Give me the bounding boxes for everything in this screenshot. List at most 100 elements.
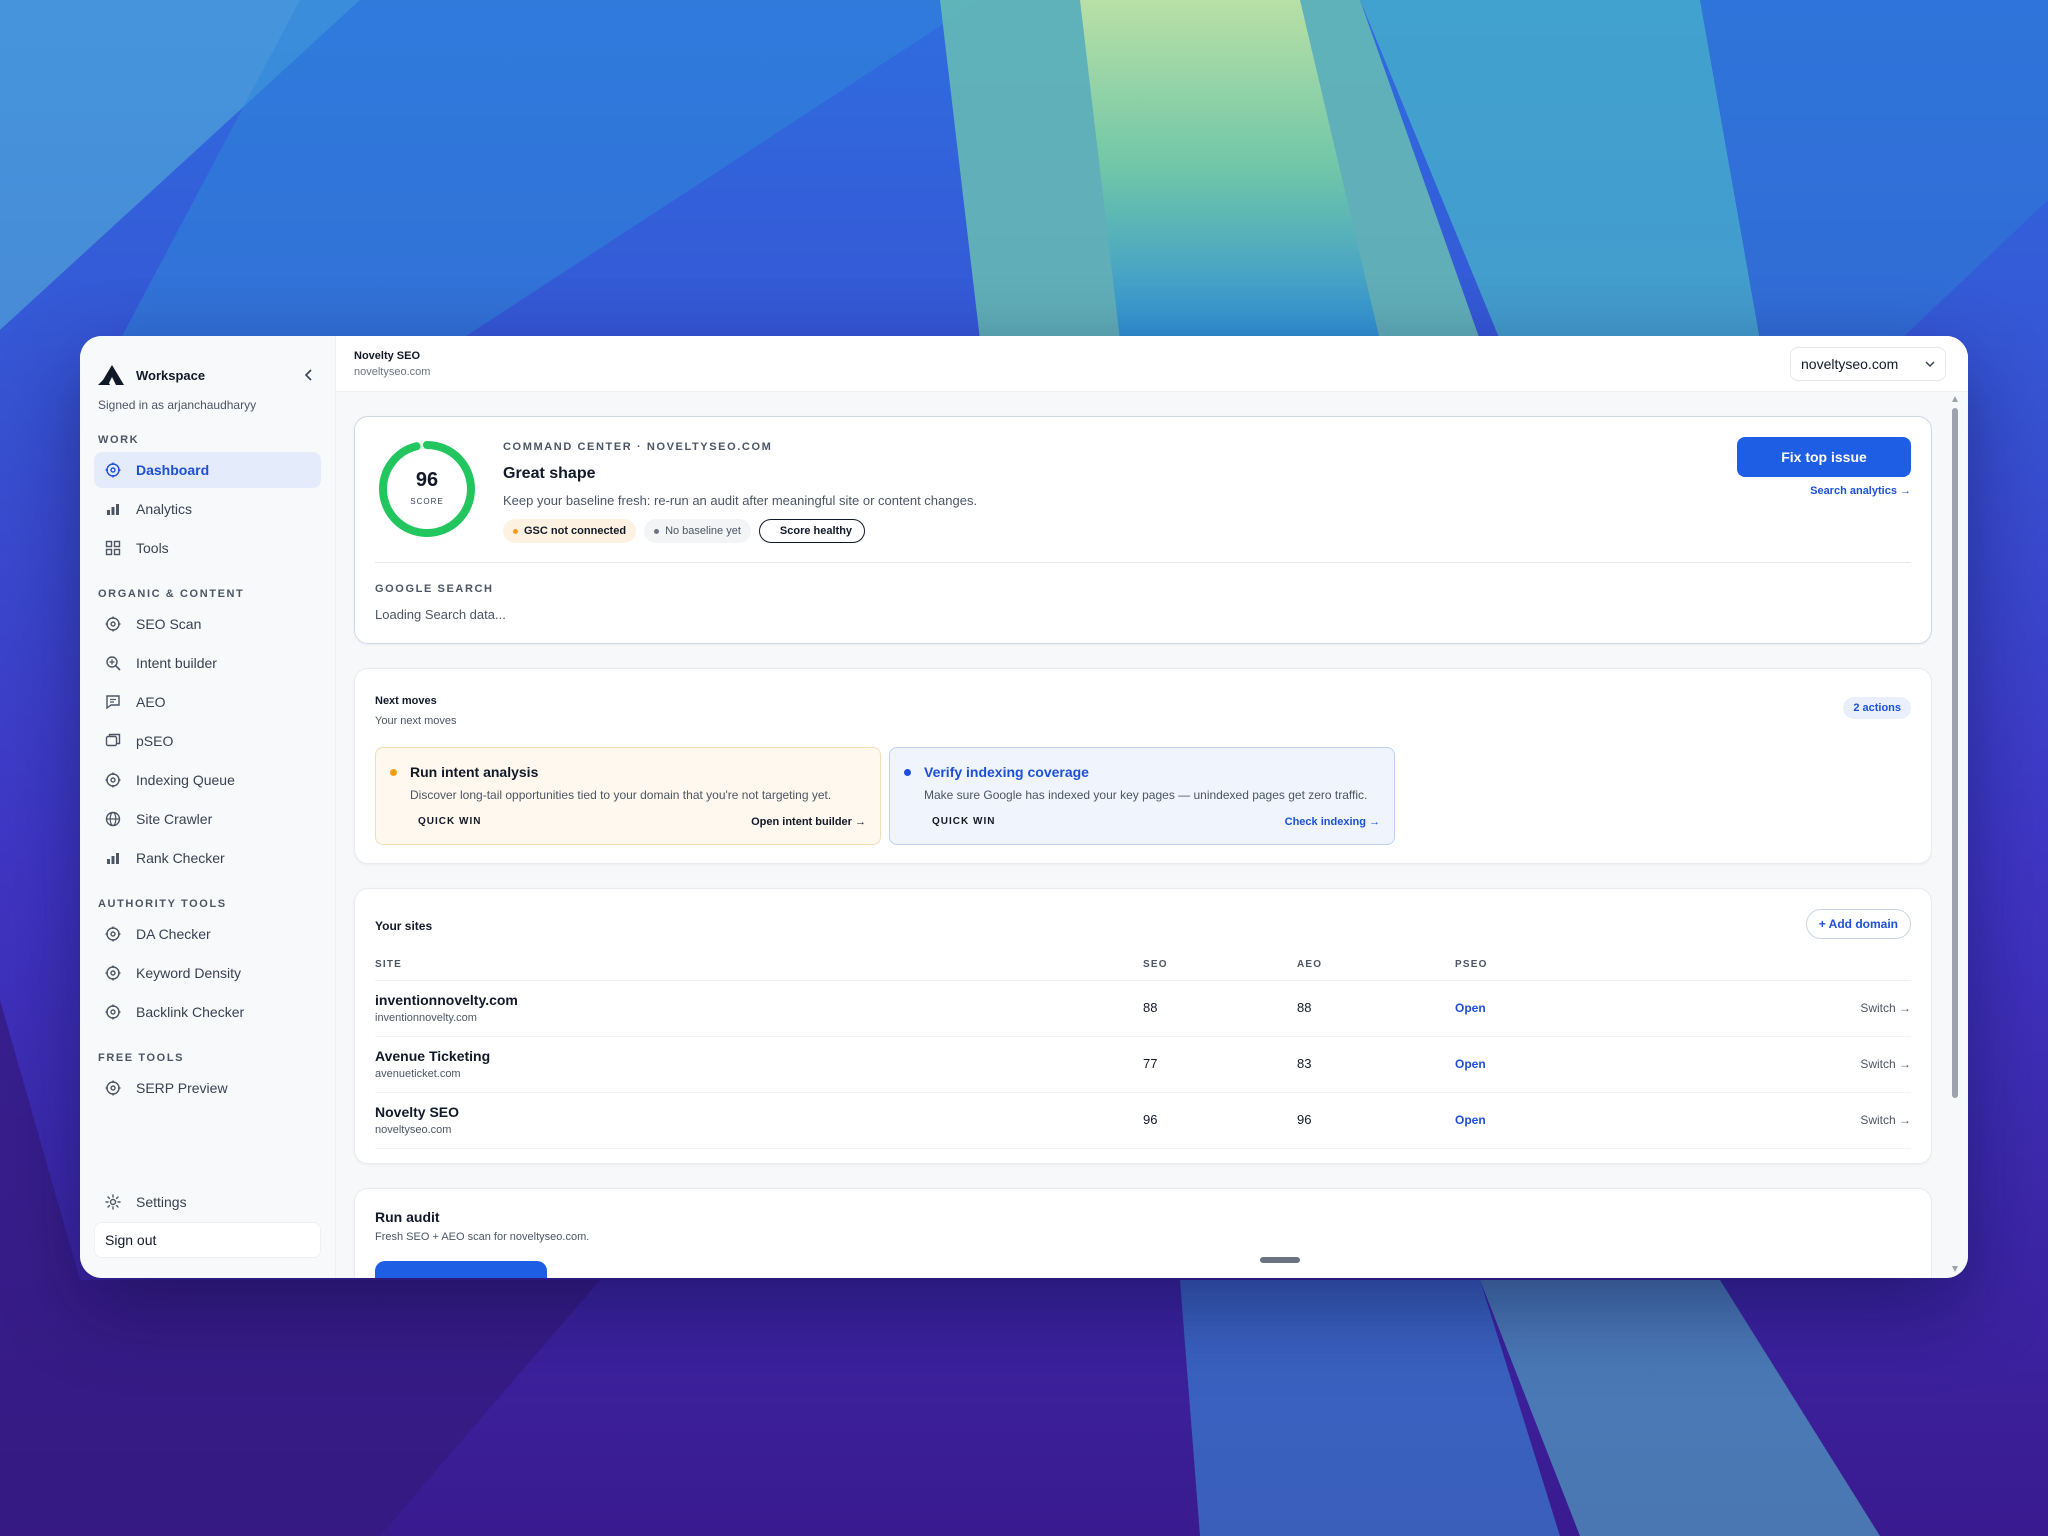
sidebar-item-label: Analytics — [136, 501, 193, 517]
sidebar-item-rank-checker[interactable]: Rank Checker — [94, 840, 321, 876]
site-domain: noveltyseo.com — [375, 1124, 452, 1136]
target-icon — [104, 615, 122, 633]
move-description: Discover long-tail opportunities tied to… — [410, 788, 832, 802]
command-center-card: 96 SCORE COMMAND CENTER · NOVELTYSEO.COM… — [354, 416, 1932, 644]
switch-site-link[interactable]: Switch → — [1860, 1057, 1911, 1071]
run-audit-button[interactable] — [375, 1261, 547, 1278]
table-row: Novelty SEO noveltyseo.com 96 96 Open Switch … — [375, 1093, 1911, 1149]
switch-site-link[interactable]: Switch → — [1860, 1113, 1911, 1127]
add-domain-button[interactable]: + Add domain — [1805, 909, 1911, 939]
gear-icon — [104, 1193, 122, 1211]
collapse-sidebar-button[interactable] — [297, 363, 321, 387]
warning-dot-icon — [513, 528, 518, 534]
divider — [375, 562, 1911, 563]
pseo-open-link[interactable]: Open — [1455, 1113, 1486, 1127]
sign-out-button[interactable]: Sign out — [94, 1222, 321, 1258]
grid-icon — [104, 539, 122, 557]
move-tag: QUICK WIN — [418, 816, 482, 827]
run-audit-title: Run audit — [375, 1209, 440, 1225]
section-label-free: FREE TOOLS — [98, 1052, 185, 1064]
column-header-pseo: PSEO — [1455, 959, 1488, 970]
workspace-logo-icon — [98, 365, 124, 385]
score-status-badge[interactable]: Score healthy — [758, 519, 866, 543]
drag-handle[interactable] — [1260, 1257, 1300, 1263]
sidebar-item-dashboard[interactable]: Dashboard — [94, 452, 321, 488]
score-gauge: 96 SCORE — [377, 439, 477, 539]
sidebar-item-label: SEO Scan — [136, 616, 202, 632]
warning-dot-icon — [390, 769, 397, 776]
domain-select[interactable]: noveltyseo.com — [1790, 346, 1946, 381]
pseo-open-link[interactable]: Open — [1455, 1001, 1486, 1015]
main-area: Novelty SEO noveltyseo.com noveltyseo.co… — [336, 336, 1968, 1278]
next-moves-card: Next moves Your next moves 2 actions Run… — [354, 668, 1932, 864]
next-moves-title: Next moves — [375, 695, 437, 707]
table-row: Avenue Ticketing avenueticket.com 77 83 Open… — [375, 1037, 1911, 1093]
sidebar-item-label: Rank Checker — [136, 850, 225, 866]
sidebar-item-settings[interactable]: Settings — [94, 1184, 321, 1220]
sidebar-item-seo-scan[interactable]: SEO Scan — [94, 606, 321, 642]
scroll-down-arrow-icon[interactable] — [1952, 1266, 1958, 1272]
scrollbar[interactable] — [1950, 396, 1960, 1272]
seo-score: 88 — [1143, 1000, 1158, 1015]
workspace-name: Workspace — [136, 367, 206, 383]
sidebar-item-label: Keyword Density — [136, 965, 242, 981]
sidebar-item-label: Intent builder — [136, 655, 217, 671]
site-name: inventionnovelty.com — [375, 992, 518, 1008]
run-audit-card: Run audit Fresh SEO + AEO scan for novel… — [354, 1188, 1932, 1278]
workspace-header: Workspace — [94, 362, 321, 388]
fix-top-issue-button[interactable]: Fix top issue — [1737, 437, 1911, 477]
move-tag: QUICK WIN — [932, 816, 996, 827]
sidebar-item-pseo[interactable]: pSEO — [94, 723, 321, 759]
pseo-open-link[interactable]: Open — [1455, 1057, 1486, 1071]
sidebar-item-label: Indexing Queue — [136, 772, 235, 788]
command-center-title: Great shape — [503, 465, 596, 482]
gsc-status-badge[interactable]: GSC not connected — [503, 519, 637, 543]
signed-in-label: Signed in as arjanchaudharyy — [98, 398, 257, 412]
move-card-indexing-coverage[interactable]: Verify indexing coverage Make sure Googl… — [889, 747, 1395, 845]
aeo-score: 96 — [1297, 1112, 1312, 1127]
sidebar-item-keyword-density[interactable]: Keyword Density — [94, 955, 321, 991]
seo-score: 96 — [1143, 1112, 1158, 1127]
sidebar: Workspace Signed in as arjanchaudharyy W… — [80, 336, 336, 1278]
open-intent-builder-link[interactable]: Open intent builder → — [751, 816, 866, 828]
actions-count-badge: 2 actions — [1843, 697, 1911, 719]
move-card-intent-analysis[interactable]: Run intent analysis Discover long-tail o… — [375, 747, 881, 845]
site-name: Avenue Ticketing — [375, 1048, 491, 1064]
scroll-thumb[interactable] — [1952, 408, 1958, 1098]
app-window: Workspace Signed in as arjanchaudharyy W… — [80, 336, 1968, 1278]
sidebar-item-label: Settings — [136, 1194, 187, 1210]
target-icon — [104, 925, 122, 943]
sidebar-item-label: DA Checker — [136, 926, 211, 942]
baseline-status-badge[interactable]: No baseline yet — [644, 519, 751, 543]
target-icon — [104, 1003, 122, 1021]
check-indexing-link[interactable]: Check indexing → — [1285, 816, 1380, 828]
section-label-organic: ORGANIC & CONTENT — [98, 588, 245, 600]
project-title: Novelty SEO — [354, 349, 421, 362]
sidebar-item-site-crawler[interactable]: Site Crawler — [94, 801, 321, 837]
sidebar-item-da-checker[interactable]: DA Checker — [94, 916, 321, 952]
switch-site-link[interactable]: Switch → — [1860, 1001, 1911, 1015]
chat-icon — [104, 693, 122, 711]
sidebar-item-label: Tools — [136, 540, 169, 556]
badge-label: Score healthy — [779, 525, 853, 537]
sidebar-item-label: SERP Preview — [136, 1080, 228, 1096]
status-badges: GSC not connected No baseline yet Score … — [503, 519, 866, 543]
pages-icon — [104, 732, 122, 750]
section-label-authority: AUTHORITY TOOLS — [98, 898, 227, 910]
command-center-description: Keep your baseline fresh: re-run an audi… — [503, 493, 978, 508]
sidebar-item-intent-builder[interactable]: Intent builder — [94, 645, 321, 681]
command-center-eyebrow: COMMAND CENTER · NOVELTYSEO.COM — [503, 441, 773, 453]
target-icon — [104, 964, 122, 982]
content-scroll-area[interactable]: 96 SCORE COMMAND CENTER · NOVELTYSEO.COM… — [336, 392, 1932, 1278]
sidebar-item-indexing-queue[interactable]: Indexing Queue — [94, 762, 321, 798]
sidebar-item-backlink-checker[interactable]: Backlink Checker — [94, 994, 321, 1030]
sidebar-item-serp-preview[interactable]: SERP Preview — [94, 1070, 321, 1106]
next-moves-subtitle: Your next moves — [375, 715, 457, 727]
sidebar-item-aeo[interactable]: AEO — [94, 684, 321, 720]
sites-title: Your sites — [375, 919, 433, 933]
search-analytics-link[interactable]: Search analytics → — [1810, 485, 1911, 497]
sidebar-item-analytics[interactable]: Analytics — [94, 491, 321, 527]
scroll-up-arrow-icon[interactable] — [1952, 396, 1958, 402]
sidebar-item-tools[interactable]: Tools — [94, 530, 321, 566]
bar-chart-icon — [104, 500, 122, 518]
